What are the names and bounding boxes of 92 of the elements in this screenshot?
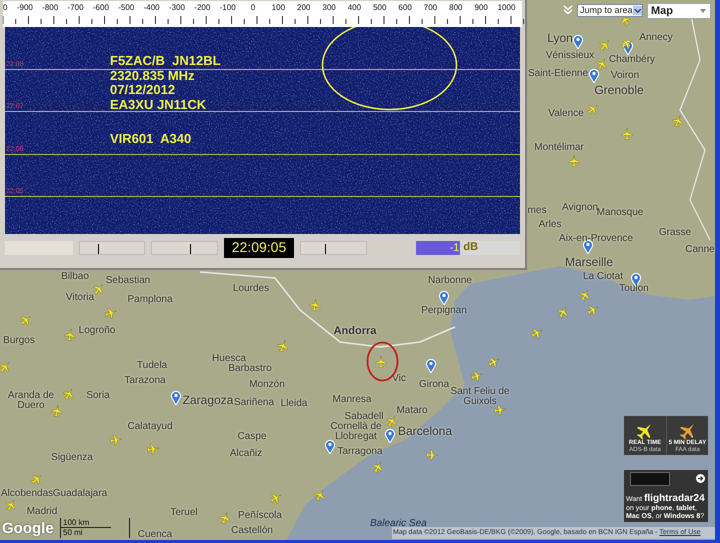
place-label: Soria bbox=[86, 391, 110, 401]
place-label: Valence bbox=[548, 109, 584, 119]
scale-label: -700 bbox=[68, 3, 84, 12]
place-label: Tarazona bbox=[124, 376, 166, 386]
place-label: Bilbao bbox=[61, 272, 89, 282]
scale-label: -300 bbox=[168, 3, 185, 12]
place-label: Saint-Etienne bbox=[528, 69, 588, 79]
scale-label: -800 bbox=[42, 3, 58, 12]
place-label: Manosque bbox=[596, 208, 644, 218]
scale-label: 500 bbox=[373, 3, 386, 12]
unit-label: dB bbox=[462, 240, 478, 256]
place-label: Aix-en-Provence bbox=[559, 234, 633, 244]
place-label: Sariñena bbox=[234, 398, 274, 408]
google-logo: Google bbox=[2, 519, 54, 539]
place-label: Girona bbox=[419, 380, 449, 390]
place-label: Marseille bbox=[565, 257, 613, 267]
map-scale-bar: 100 km 50 mi bbox=[60, 518, 130, 538]
place-label: Sigüenza bbox=[51, 453, 93, 463]
place-label: Calatayud bbox=[127, 422, 173, 432]
place-label: Tarragona bbox=[337, 447, 383, 457]
scale-label: 0 bbox=[3, 3, 8, 12]
place-label: Aranda de Duero bbox=[6, 391, 56, 411]
place-label: Vic bbox=[392, 374, 406, 384]
scale-label: -500 bbox=[118, 3, 134, 12]
scale-label: 300 bbox=[322, 3, 336, 12]
place-label: Barbastro bbox=[228, 364, 272, 374]
scale-label: 100 bbox=[272, 3, 286, 12]
place-label: Voiron bbox=[610, 71, 640, 81]
place-label: Tudela bbox=[136, 361, 168, 371]
place-label: Sebastian bbox=[106, 276, 150, 286]
annotation-text: 2320.835 MHz bbox=[110, 68, 196, 83]
place-label: Castellón bbox=[231, 526, 273, 536]
place-label: Mataro bbox=[396, 406, 428, 416]
place-label: Grasse bbox=[658, 228, 692, 238]
place-label: Lyon bbox=[547, 33, 573, 43]
place-label: Caspe bbox=[238, 432, 266, 442]
place-label: Montélimar bbox=[534, 143, 584, 153]
clock-display: 22:09:05 bbox=[224, 238, 294, 258]
place-label: Pamplona bbox=[127, 295, 173, 305]
place-label: Annecy bbox=[639, 33, 673, 43]
scale-label: 400 bbox=[348, 3, 362, 12]
place-label: Burgos bbox=[3, 336, 35, 346]
place-label: Sant Feliu de Guixols bbox=[450, 387, 510, 407]
scale-label: 600 bbox=[398, 3, 412, 12]
place-label: Vénissieux bbox=[546, 51, 594, 61]
scale-label: -200 bbox=[194, 3, 210, 12]
place-label: Madrid bbox=[26, 507, 58, 517]
annotation-text: 07/12/2012 bbox=[110, 83, 176, 98]
scale-label: -400 bbox=[144, 3, 160, 12]
place-label: Sabadell bbox=[344, 412, 384, 422]
place-label: Avignon bbox=[562, 203, 598, 213]
place-label: Manresa bbox=[332, 395, 372, 405]
annotation-text: EA3XU JN11CK bbox=[110, 98, 208, 112]
place-label: Alcañiz bbox=[230, 449, 262, 459]
scale-label: 900 bbox=[474, 3, 488, 12]
place-label: Chambéry bbox=[608, 55, 656, 65]
place-label: Barcelona bbox=[398, 426, 452, 436]
place-label: mes bbox=[528, 206, 546, 216]
scale-label: 0 bbox=[250, 3, 256, 12]
place-label: Andorra bbox=[334, 326, 376, 336]
place-label: Guadalajara bbox=[52, 489, 108, 499]
place-label: Huesca bbox=[212, 354, 246, 364]
place-label: Vitoria bbox=[66, 293, 94, 303]
place-label: Perpignan bbox=[421, 306, 467, 316]
sea-label: Balearic Sea bbox=[370, 517, 427, 529]
place-label: Logroño bbox=[78, 326, 116, 336]
annotation-text: F5ZAC/B JN12BL bbox=[110, 54, 221, 68]
place-label: Teruel bbox=[170, 508, 198, 518]
scale-label: 700 bbox=[424, 3, 438, 12]
place-label: Lourdes bbox=[232, 284, 270, 294]
place-label: Canne bbox=[685, 245, 715, 255]
scale-label: 1000 bbox=[498, 3, 516, 12]
scale-label: 800 bbox=[449, 3, 462, 12]
place-label: Peñíscola bbox=[238, 511, 282, 521]
place-label: Toulon bbox=[619, 284, 649, 294]
scale-label: -100 bbox=[220, 3, 236, 12]
place-label: Monzón bbox=[249, 380, 285, 390]
place-label: Narbonne bbox=[428, 276, 472, 286]
annotation-text: VIR601 A340 bbox=[110, 132, 192, 146]
place-label: Grenoble bbox=[594, 85, 644, 95]
place-label: Lleida bbox=[280, 399, 308, 409]
place-label: Zaragoza bbox=[182, 395, 234, 405]
place-label: La Ciotat bbox=[582, 272, 624, 282]
brand-name: flightradar24 bbox=[644, 492, 705, 504]
place-label: Cuenca bbox=[138, 530, 172, 540]
place-label: Alcobendas bbox=[0, 489, 54, 499]
scale-label: 200 bbox=[297, 3, 310, 12]
scale-label: -900 bbox=[16, 3, 33, 12]
place-label: Cornellà de Llobregat bbox=[329, 422, 383, 442]
scale-label: -600 bbox=[92, 3, 109, 12]
gain-readout: -1 bbox=[416, 240, 460, 254]
place-label: Arles bbox=[538, 220, 562, 230]
